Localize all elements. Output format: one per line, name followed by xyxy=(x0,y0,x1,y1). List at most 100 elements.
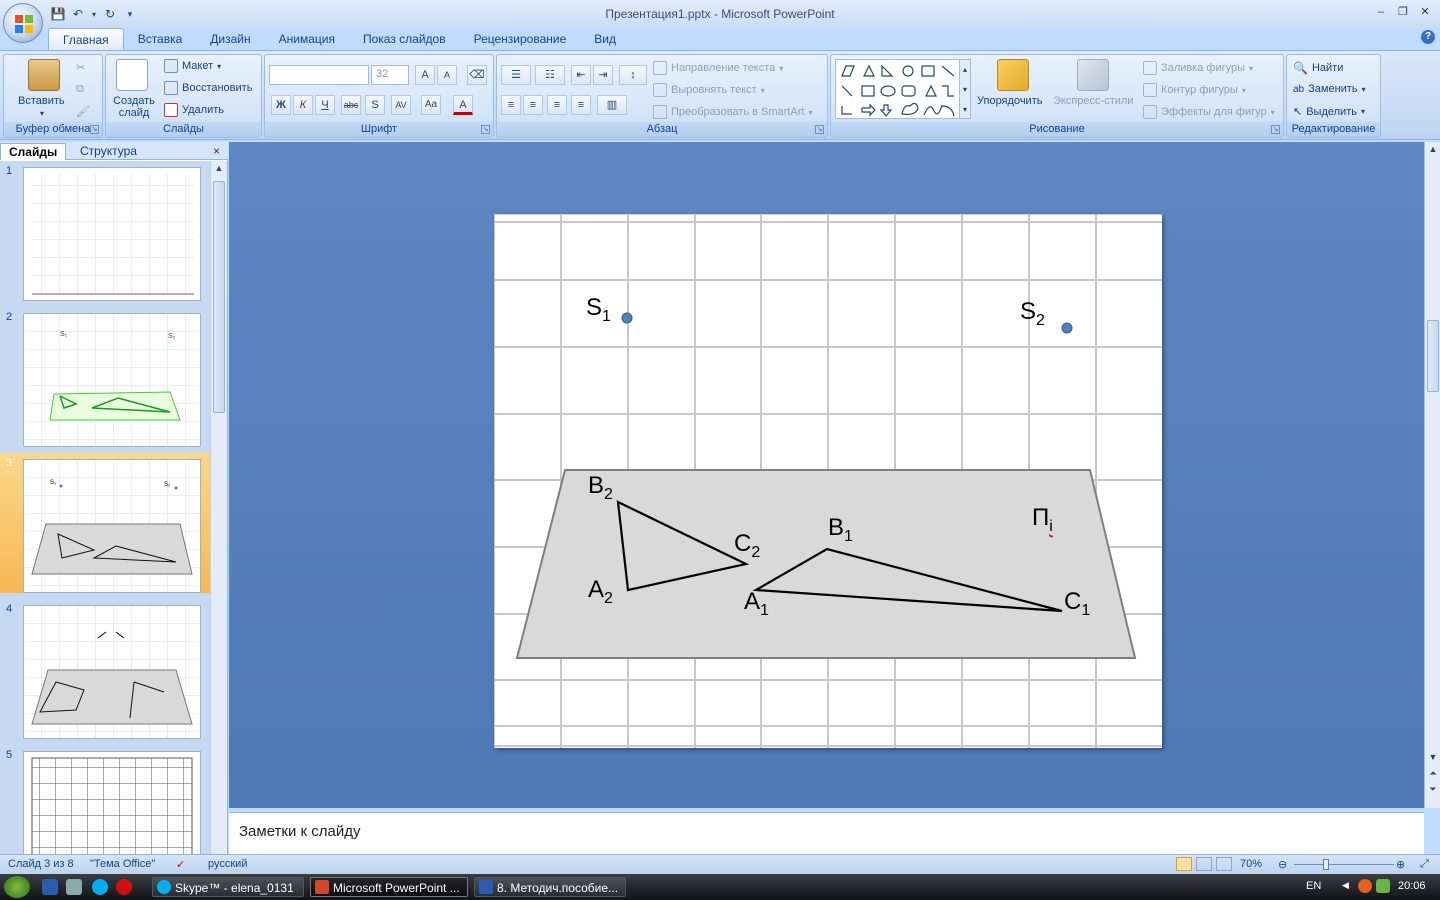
tab-slides-panel[interactable]: Слайды xyxy=(0,143,67,160)
slide-sorter-icon[interactable] xyxy=(1196,857,1212,871)
zoom-out-icon[interactable]: ⊖ xyxy=(1278,858,1287,871)
point-s1[interactable] xyxy=(621,312,633,324)
tab-outline-panel[interactable]: Структура xyxy=(72,143,145,160)
align-text-button[interactable]: Выровнять текст ▾ xyxy=(653,83,765,97)
task-powerpoint[interactable]: Microsoft PowerPoint ... xyxy=(310,877,468,897)
language-indicator[interactable]: русский xyxy=(208,858,247,870)
increase-indent-button[interactable]: ⇥ xyxy=(593,65,613,85)
clear-format-button[interactable]: ⌫ xyxy=(467,65,487,85)
tab-home[interactable]: Главная xyxy=(48,28,124,50)
opera-quicklaunch-icon[interactable] xyxy=(116,879,132,895)
tray-app-icon[interactable] xyxy=(1358,879,1372,893)
cut-icon[interactable]: ✂ xyxy=(76,61,85,74)
slide-thumbnail[interactable] xyxy=(23,605,201,739)
thumbnail-row[interactable]: 5 xyxy=(0,745,210,854)
skype-quicklaunch-icon[interactable] xyxy=(92,879,108,895)
format-painter-icon[interactable]: 🖌 xyxy=(76,105,90,118)
text-direction-button[interactable]: Направление текста ▾ xyxy=(653,61,783,75)
shapes-scroll[interactable]: ▴ ▾ ▾ xyxy=(959,59,971,119)
slide-thumbnail[interactable]: S₁ S₂ xyxy=(23,459,201,593)
paste-dropdown-icon[interactable]: ▾ xyxy=(40,109,44,118)
align-center-button[interactable]: ≡ xyxy=(523,95,543,115)
decrease-indent-button[interactable]: ⇤ xyxy=(571,65,591,85)
slide-thumbnail[interactable] xyxy=(23,167,201,301)
zoom-in-icon[interactable]: ⊕ xyxy=(1396,858,1405,871)
tab-review[interactable]: Рецензирование xyxy=(460,28,581,50)
zoom-level[interactable]: 70% xyxy=(1240,858,1262,870)
strikethrough-button[interactable]: abc xyxy=(341,95,361,115)
font-size-combo[interactable]: 32 xyxy=(371,65,409,85)
spellcheck-icon[interactable]: ✓ xyxy=(176,858,185,871)
shrink-font-button[interactable]: A xyxy=(437,65,457,85)
tab-slideshow[interactable]: Показ слайдов xyxy=(349,28,460,50)
next-slide-icon[interactable]: ⏷ xyxy=(1425,784,1440,798)
thumbnail-row[interactable]: 1 xyxy=(0,161,210,301)
bold-button[interactable]: Ж xyxy=(271,95,291,115)
close-button[interactable]: ✕ xyxy=(1416,4,1434,20)
font-launcher-icon[interactable]: ↘ xyxy=(481,125,490,134)
font-color-button[interactable]: A xyxy=(453,95,473,115)
change-case-button[interactable]: Aa xyxy=(421,95,441,115)
zoom-slider-track[interactable] xyxy=(1294,864,1394,865)
slide-scrollbar[interactable]: ▲ ▼ ⏶ ⏷ xyxy=(1424,142,1440,808)
numbering-button[interactable]: ☷ xyxy=(535,65,565,85)
fit-to-window-icon[interactable]: ⤢ xyxy=(1420,858,1429,871)
zoom-slider-thumb[interactable] xyxy=(1323,859,1329,870)
shadow-button[interactable]: S xyxy=(365,95,385,115)
restore-button[interactable]: ❐ xyxy=(1394,4,1412,20)
previous-slide-icon[interactable]: ⏶ xyxy=(1425,768,1440,782)
copy-icon[interactable]: ⧉ xyxy=(76,83,84,96)
notes-pane[interactable]: Заметки к слайду xyxy=(229,812,1424,854)
start-button[interactable] xyxy=(4,876,30,898)
tab-view[interactable]: Вид xyxy=(580,28,630,50)
font-name-combo[interactable] xyxy=(269,65,369,85)
drawing-launcher-icon[interactable]: ↘ xyxy=(1271,125,1280,134)
task-skype[interactable]: Skype™ - elena_0131 xyxy=(152,877,304,897)
thumbnail-row[interactable]: 4 xyxy=(0,599,210,739)
shape-fill-button[interactable]: Заливка фигуры ▾ xyxy=(1143,61,1253,75)
scroll-down-icon[interactable]: ▼ xyxy=(1425,752,1440,766)
panel-scroll-thumb[interactable] xyxy=(213,181,225,413)
keyboard-language[interactable]: EN xyxy=(1306,880,1321,892)
slide-thumbnail[interactable]: S₁ S₂ xyxy=(23,313,201,447)
shape-outline-button[interactable]: Контур фигуры ▾ xyxy=(1143,83,1246,97)
point-s2[interactable] xyxy=(1061,322,1073,334)
align-left-button[interactable]: ≡ xyxy=(501,95,521,115)
minimize-button[interactable]: ‒ xyxy=(1372,4,1390,20)
clock[interactable]: 20:06 xyxy=(1398,880,1426,892)
delete-slide-button[interactable]: Удалить xyxy=(164,103,224,117)
spacing-button[interactable]: AV xyxy=(391,95,411,115)
tray-network-icon[interactable] xyxy=(1376,879,1390,893)
task-word[interactable]: 8. Методич.пособие... xyxy=(474,877,626,897)
justify-button[interactable]: ≡ xyxy=(571,95,591,115)
help-icon[interactable]: ? xyxy=(1421,30,1435,44)
current-slide[interactable]: S1 S2 B2 C2 A2 B1 A1 C1 Пi xyxy=(494,214,1162,748)
tab-animation[interactable]: Анимация xyxy=(265,28,349,50)
line-spacing-button[interactable]: ↕ xyxy=(619,65,647,85)
scroll-up-icon[interactable]: ▲ xyxy=(1425,144,1440,158)
tray-expand-icon[interactable]: ◀ xyxy=(1342,880,1349,891)
underline-button[interactable]: Ч xyxy=(315,95,335,115)
tab-insert[interactable]: Вставка xyxy=(124,28,197,50)
thumbnail-row[interactable]: 2 S₁ S₂ xyxy=(0,307,210,447)
grow-font-button[interactable]: A xyxy=(415,65,435,85)
paragraph-launcher-icon[interactable]: ↘ xyxy=(815,125,824,134)
paste-button[interactable]: Вставить xyxy=(18,95,65,107)
find-button[interactable]: 🔍 Найти xyxy=(1293,61,1343,75)
office-button[interactable] xyxy=(3,3,43,43)
thumbnail-row-selected[interactable]: 3 S₁ S₂ xyxy=(0,453,210,593)
select-button[interactable]: ↖ Выделить ▾ xyxy=(1293,105,1365,119)
slide-thumbnail[interactable] xyxy=(23,751,201,854)
close-icon[interactable]: × xyxy=(213,144,220,158)
word-quicklaunch-icon[interactable] xyxy=(42,879,58,895)
shape-effects-button[interactable]: Эффекты для фигур ▾ xyxy=(1143,105,1275,119)
new-slide-button[interactable]: Создать слайд xyxy=(110,95,158,119)
align-right-button[interactable]: ≡ xyxy=(547,95,567,115)
layout-button[interactable]: Макет ▾ xyxy=(164,59,221,73)
arrange-button[interactable]: Упорядочить xyxy=(977,95,1042,107)
explorer-quicklaunch-icon[interactable] xyxy=(66,879,82,895)
shapes-gallery[interactable] xyxy=(835,59,967,119)
scroll-up-icon[interactable]: ▲ xyxy=(211,163,227,177)
smartart-button[interactable]: Преобразовать в SmartArt ▾ xyxy=(653,105,812,119)
slide-scroll-thumb[interactable] xyxy=(1427,320,1439,392)
